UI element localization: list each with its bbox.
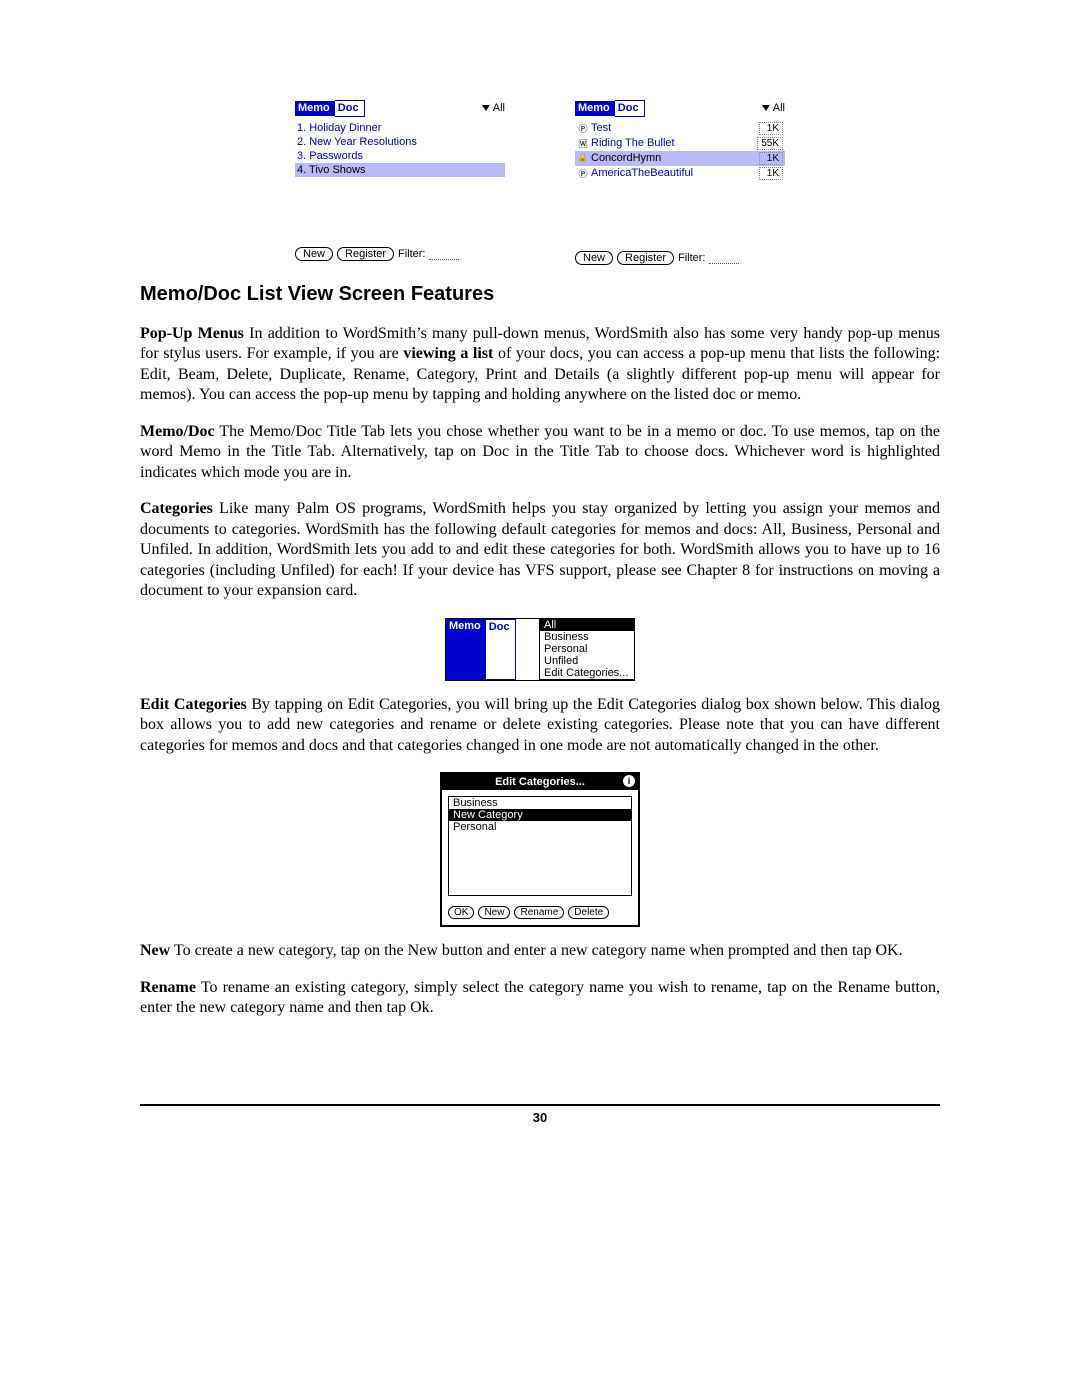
category-dropdown-screenshot: Memo Doc All Business Personal Unfiled E… [445,618,635,681]
list-item[interactable]: 3. Passwords [295,149,505,163]
list-item[interactable]: Business [449,797,631,809]
list-item[interactable]: Ⓟ Test 1K [575,121,785,136]
tab-memo[interactable]: Memo [446,619,486,680]
dropdown-option[interactable]: Edit Categories... [540,667,634,679]
paragraph-categories: Categories Like many Palm OS programs, W… [140,499,940,601]
new-button[interactable]: New [478,906,510,919]
category-dropdown-open[interactable]: All Business Personal Unfiled Edit Categ… [539,619,634,680]
doc-size: 1K [759,167,783,180]
section-heading: Memo/Doc List View Screen Features [140,283,940,306]
dialog-title: Edit Categories... i [442,774,638,790]
dropdown-option[interactable]: Business [540,631,634,643]
register-button[interactable]: Register [337,247,394,261]
category-dropdown[interactable]: All [482,102,505,114]
doc-type-icon: Ⓟ [577,122,589,135]
new-button[interactable]: New [295,247,333,261]
list-item-selected[interactable]: 4. Tivo Shows [295,163,505,177]
page-number: 30 [533,1110,547,1125]
delete-button[interactable]: Delete [568,906,609,919]
tab-doc[interactable]: Doc [335,100,365,117]
dropdown-option[interactable]: Unfiled [540,655,634,667]
chevron-down-icon [762,105,770,111]
page-footer: 30 [140,1104,940,1125]
filter-input[interactable] [429,248,459,260]
memo-list-screenshot: Memo Doc All 1. Holiday Dinner 2. New Ye… [295,100,505,265]
new-button[interactable]: New [575,251,613,265]
register-button[interactable]: Register [617,251,674,265]
paragraph-new: New To create a new category, tap on the… [140,941,940,961]
paragraph-rename: Rename To rename an existing category, s… [140,978,940,1019]
category-dropdown[interactable]: All [762,102,785,114]
paragraph-edit-categories: Edit Categories By tapping on Edit Categ… [140,695,940,756]
filter-label: Filter: [678,252,706,264]
doc-size: 1K [759,152,783,165]
paragraph-memodoc: Memo/Doc The Memo/Doc Title Tab lets you… [140,422,940,483]
tab-doc[interactable]: Doc [486,619,516,680]
list-item[interactable]: Personal [449,821,631,833]
dropdown-option[interactable]: Personal [540,643,634,655]
tab-memo[interactable]: Memo [295,101,335,116]
list-item[interactable]: Ⓟ AmericaTheBeautiful 1K [575,166,785,181]
chevron-down-icon [482,105,490,111]
list-item-selected[interactable]: New Category [449,809,631,821]
list-item[interactable]: 2. New Year Resolutions [295,135,505,149]
category-label: All [493,102,505,114]
rename-button[interactable]: Rename [514,906,564,919]
filter-label: Filter: [398,248,426,260]
doc-type-icon: Ⓟ [577,167,589,180]
dropdown-option-selected[interactable]: All [540,619,634,631]
doc-list-screenshot: Memo Doc All Ⓟ Test 1K 🅆 Riding The Bull… [575,100,785,265]
tab-doc[interactable]: Doc [615,100,645,117]
palm-screenshot-row: Memo Doc All 1. Holiday Dinner 2. New Ye… [140,100,940,265]
category-label: All [773,102,785,114]
doc-size: 55K [757,137,783,150]
list-item[interactable]: 1. Holiday Dinner [295,121,505,135]
doc-type-icon: 🅆 [577,137,589,150]
tab-memo[interactable]: Memo [575,101,615,116]
category-list[interactable]: Business New Category Personal [448,796,632,896]
doc-size: 1K [759,122,783,135]
info-icon[interactable]: i [623,775,635,787]
lock-icon: 🔒 [577,152,589,165]
paragraph-popup-menus: Pop-Up Menus In addition to WordSmith’s … [140,324,940,406]
filter-input[interactable] [709,252,739,264]
list-item-selected[interactable]: 🔒 ConcordHymn 1K [575,151,785,166]
list-item[interactable]: 🅆 Riding The Bullet 55K [575,136,785,151]
edit-categories-dialog: Edit Categories... i Business New Catego… [440,772,640,927]
ok-button[interactable]: OK [448,906,474,919]
